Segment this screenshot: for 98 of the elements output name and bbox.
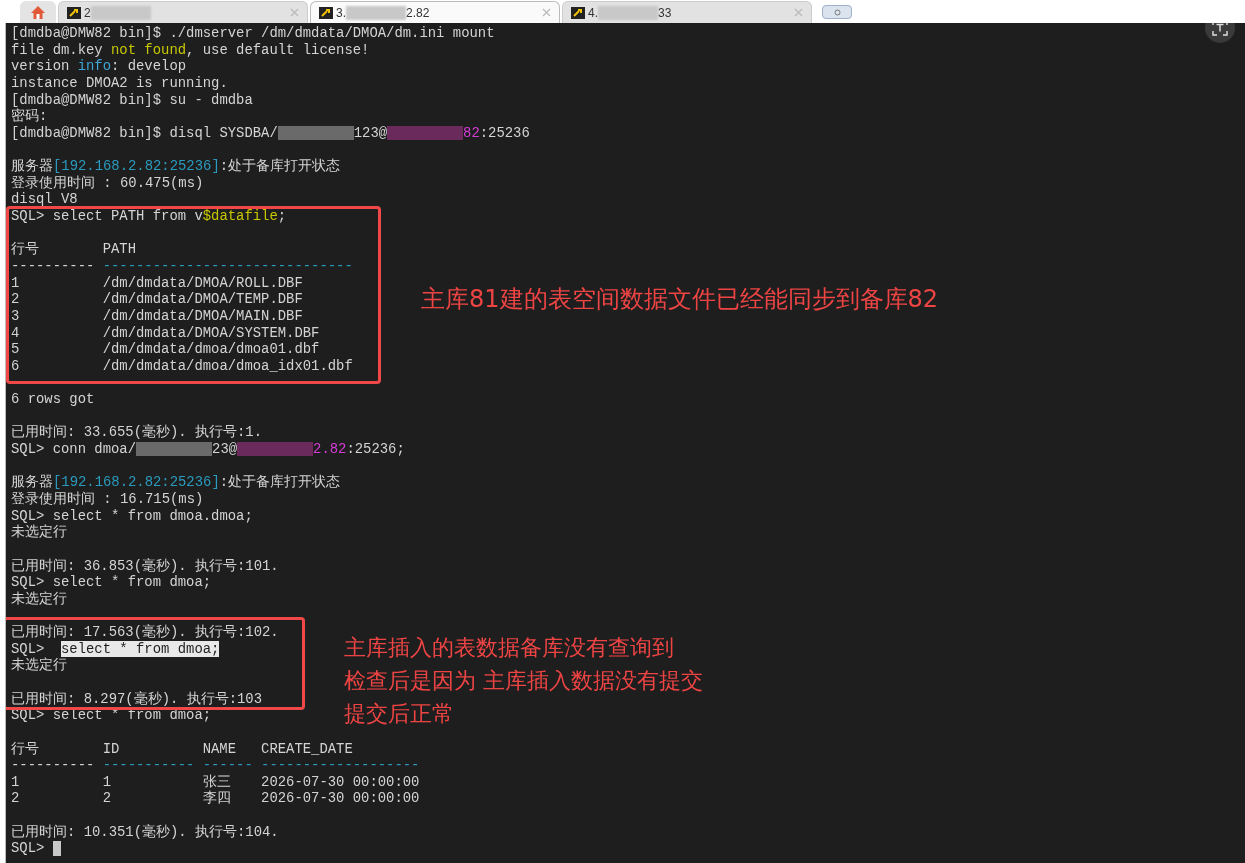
terminal-text: : develop (111, 58, 187, 75)
tab-label: 33 (658, 4, 672, 22)
table-cell: 2026-07-30 00:00:00 (261, 790, 420, 807)
dash-rule: ------------------------------ (102, 257, 353, 274)
session-tab[interactable]: 2 (58, 1, 308, 23)
redacted-block (90, 5, 151, 20)
terminal-text: :处于备库打开状态 (219, 158, 341, 175)
table-cell: ID (102, 740, 120, 757)
terminal-text: 未选定行 (11, 590, 67, 608)
redacted-block (346, 5, 406, 20)
session-tab[interactable]: 4. 33 (562, 1, 812, 23)
terminal-text: :处于备库打开状态 (219, 474, 341, 491)
table-cell: 1 (11, 773, 20, 790)
terminal-text: not found (111, 41, 187, 59)
annotation-text: 提交后正常 (344, 700, 455, 728)
table-cell: 1 (102, 773, 112, 790)
table-cell: 4 (11, 324, 20, 341)
terminal-text: SQL> select * from dmoa.dmoa; (11, 507, 253, 524)
dash-rule: ---------- (11, 757, 95, 774)
home-tab[interactable] (20, 1, 56, 23)
close-icon[interactable] (542, 8, 551, 17)
table-cell: 3 (11, 307, 20, 324)
terminal-text: info (77, 58, 112, 75)
terminal-text: :25236; (346, 441, 405, 458)
terminal-text: :25236 (479, 124, 530, 142)
terminal-text: 已用时间: 10.351(毫秒). 执行号:104. (11, 823, 279, 841)
table-cell: /dm/dmdata/dmoa/dmoa01.dbf (102, 341, 320, 358)
table-cell: 6 (11, 357, 20, 374)
table-cell: 行号 (11, 241, 39, 258)
terminal-text: 已用时间: 36.853(毫秒). 执行号:101. (11, 557, 279, 575)
table-cell: 2 (11, 790, 20, 807)
table-cell: 行号 (11, 740, 39, 757)
terminal-text: [dmdba@DMW82 bin]$ ./dmserver /dm/dmdata/DMOA/dm.ini mount (11, 25, 495, 42)
terminal-text: 登录使用时间 : 60.475(ms) (11, 174, 204, 192)
annotation-text: 主库插入的表数据备库没有查询到 (344, 634, 675, 662)
table-cell: /dm/dmdata/dmoa/dmoa_idx01.dbf (102, 357, 353, 374)
terminal-text: 82 (463, 124, 480, 142)
terminal-text: 服务器 (11, 158, 53, 175)
terminal-text: 未选定行 (11, 524, 67, 541)
terminal-text: 密码: (11, 108, 48, 125)
tab-label: 4. (588, 4, 598, 22)
terminal-text: SQL> (11, 640, 46, 657)
terminal-text: 未选定行 (11, 657, 67, 674)
terminal-text: SQL> (11, 840, 46, 858)
terminal-text: 123@ (353, 124, 388, 142)
close-icon[interactable] (290, 8, 299, 17)
terminal-text: [dmdba@DMW82 bin]$ disql SYSDBA/ (11, 124, 278, 142)
new-tab-button[interactable] (822, 5, 852, 19)
terminal-text: SQL> select PATH from v (11, 208, 203, 225)
terminal-text: 2.82 (313, 441, 347, 458)
terminal-text: file dm.key (11, 41, 104, 59)
terminal-text: , use default license! (186, 41, 370, 59)
terminal-text: disql V8 (11, 191, 78, 209)
terminal-text: [dmdba@DMW82 bin]$ su - dmdba (11, 91, 253, 108)
terminal-text: 登录使用时间 : 16.715(ms) (11, 490, 204, 508)
terminal-text: 6 rows got (11, 391, 95, 408)
dash-rule: ----------- (102, 757, 195, 774)
table-cell: 5 (11, 341, 20, 358)
table-cell: CREATE_DATE (261, 740, 353, 757)
terminal-text: 服务器 (11, 474, 53, 491)
tab-label: 2.82 (406, 4, 430, 22)
close-icon[interactable] (794, 8, 803, 17)
table-cell: 张三 (202, 773, 231, 790)
terminal-text: [192.168.2.82:25236] (53, 474, 220, 491)
crop-text-icon (1212, 23, 1228, 36)
terminal-text: [192.168.2.82:25236] (53, 158, 220, 175)
table-cell: 1 (11, 274, 20, 291)
terminal-text: instance DMOA2 is running. (11, 74, 228, 92)
annotation-text: 主库81建的表空间数据文件已经能同步到备库82 (421, 284, 939, 315)
dash-rule: ------ (202, 757, 253, 774)
redacted-block (598, 5, 658, 20)
annotation-text: 检查后是因为 主库插入数据没有提交 (344, 667, 703, 695)
terminal-text: version (11, 58, 71, 75)
table-cell: 2026-07-30 00:00:00 (261, 773, 420, 790)
terminal-text: $datafile (202, 208, 278, 225)
terminal-text: 23@ (212, 441, 238, 458)
table-cell: /dm/dmdata/DMOA/TEMP.DBF (102, 291, 303, 308)
table-cell: 李四 (202, 790, 231, 807)
table-cell: 2 (11, 291, 20, 308)
dash-rule: ---------- (11, 257, 95, 274)
table-cell: /dm/dmdata/DMOA/ROLL.DBF (102, 274, 303, 291)
terminal-text: 已用时间: 17.563(毫秒). 执行号:102. (11, 624, 279, 641)
selected-text: select * from dmoa; (61, 640, 220, 658)
table-cell: PATH (102, 241, 137, 258)
tab-label: 3. (336, 4, 346, 22)
terminal-text: ; (277, 208, 287, 225)
terminal-text: SQL> conn dmoa/ (11, 441, 137, 458)
table-cell: NAME (202, 740, 237, 757)
home-icon (30, 4, 46, 20)
terminal-text: 已用时间: 8.297(毫秒). 执行号:103 (11, 690, 263, 708)
dash-rule: ------------------- (261, 757, 420, 774)
tab-label: 2 (84, 4, 91, 22)
table-cell: 2 (102, 790, 112, 807)
session-tab[interactable]: 3. 2.82 (310, 1, 560, 23)
table-cell: /dm/dmdata/DMOA/MAIN.DBF (102, 307, 303, 324)
table-cell: /dm/dmdata/DMOA/SYSTEM.DBF (102, 324, 320, 341)
terminal-text: SQL> select * from dmoa; (11, 574, 212, 591)
terminal-text: 已用时间: 33.655(毫秒). 执行号:1. (11, 424, 263, 442)
